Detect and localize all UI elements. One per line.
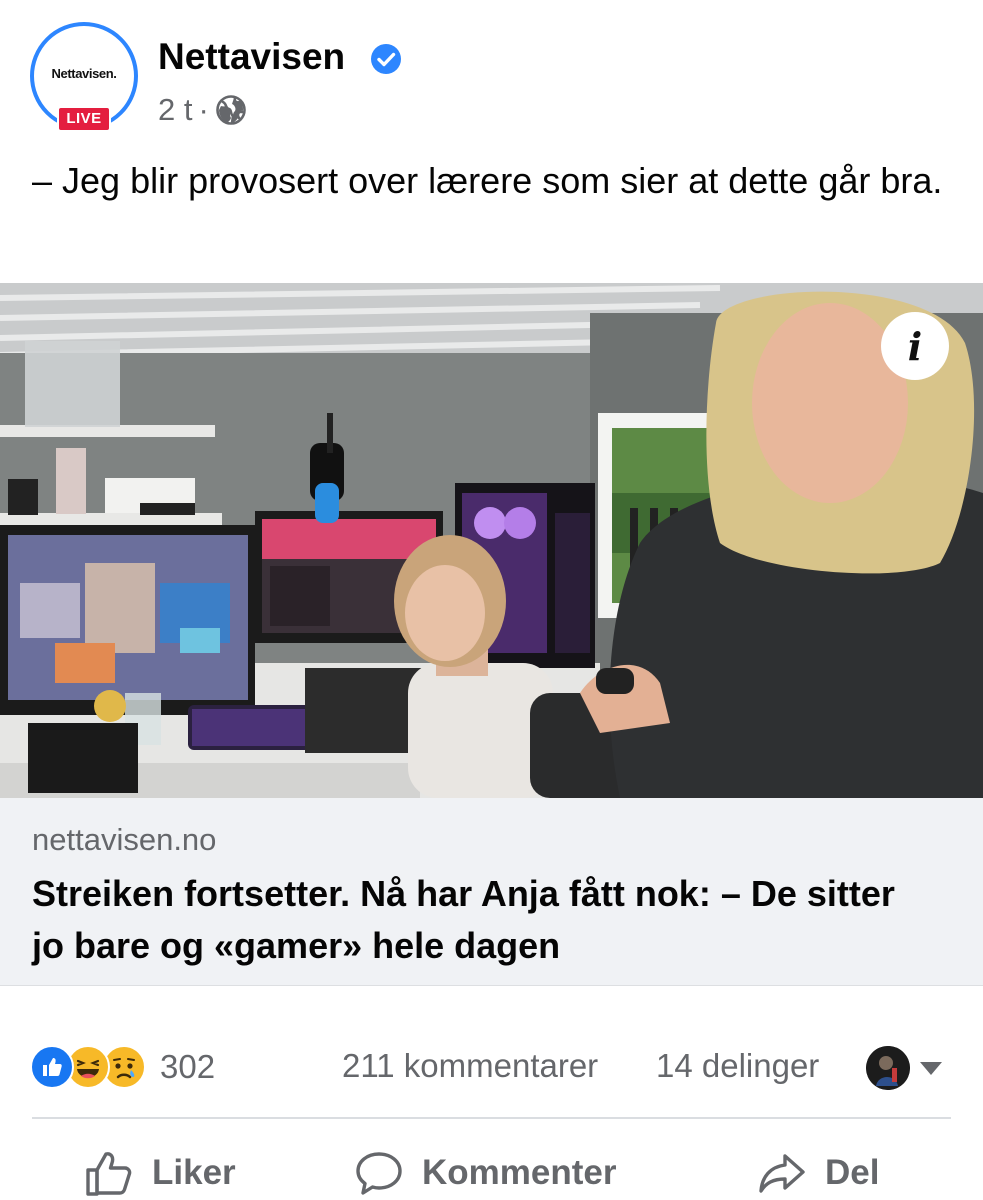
avatar-logo-text: Nettavisen. [51, 66, 117, 81]
share-arrow-icon [759, 1154, 805, 1193]
link-domain: nettavisen.no [32, 822, 217, 857]
like-icon [30, 1045, 74, 1089]
divider [32, 1117, 951, 1119]
verified-badge-icon [371, 44, 401, 74]
post-meta: 2 t · [158, 92, 247, 128]
meta-separator: · [198, 92, 209, 127]
comment-button[interactable]: Kommenter [354, 1144, 616, 1200]
post-image[interactable] [0, 283, 983, 798]
viewer-avatar[interactable] [866, 1046, 910, 1090]
info-icon[interactable]: i [881, 312, 949, 380]
comment-label: Kommenter [422, 1153, 617, 1192]
like-label: Liker [152, 1153, 236, 1192]
comments-count[interactable]: 211 kommentarer [342, 1047, 598, 1085]
share-label: Del [825, 1153, 880, 1192]
share-button[interactable]: Del [757, 1144, 879, 1200]
page-name[interactable]: Nettavisen [158, 36, 345, 78]
gaming-room-photo [0, 283, 983, 798]
link-title[interactable]: Streiken fortsetter. Nå har Anja fått no… [32, 868, 932, 972]
caret-down-icon[interactable] [918, 1058, 944, 1078]
live-badge: LIVE [57, 106, 111, 132]
reactions-summary[interactable]: 302 [30, 1043, 215, 1091]
thumbs-up-icon [86, 1152, 132, 1196]
like-button[interactable]: Liker [84, 1144, 236, 1200]
shares-count[interactable]: 14 delinger [656, 1047, 819, 1085]
page-avatar[interactable]: Nettavisen. LIVE [30, 22, 138, 132]
post-timestamp[interactable]: 2 t [158, 92, 192, 128]
globe-icon [215, 95, 246, 125]
comment-icon [356, 1152, 402, 1195]
link-preview[interactable]: nettavisen.no Streiken fortsetter. Nå ha… [0, 798, 983, 986]
post-text: – Jeg blir provosert over lærere som sie… [32, 160, 943, 201]
reaction-count: 302 [160, 1048, 216, 1085]
